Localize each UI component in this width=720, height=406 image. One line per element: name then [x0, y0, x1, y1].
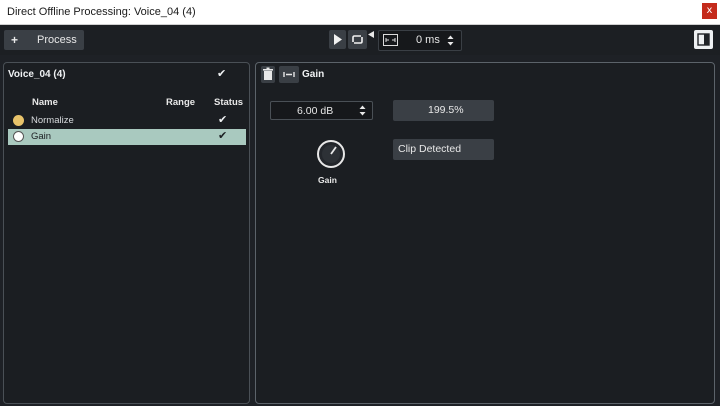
close-button[interactable]: x	[702, 3, 717, 19]
preview-play-button[interactable]	[329, 30, 346, 49]
process-button[interactable]: + Process	[4, 30, 84, 50]
process-label: Process	[37, 34, 77, 46]
loop-icon	[352, 35, 363, 44]
column-header-status[interactable]: Status	[214, 97, 243, 108]
gain-input[interactable]: 6.00 dB	[270, 101, 373, 120]
column-header-range[interactable]: Range	[166, 97, 195, 108]
bypass-icon	[283, 72, 295, 77]
list-item-label: Normalize	[31, 115, 74, 126]
list-item-gain[interactable]: Gain ✔	[8, 129, 246, 145]
window-title: Direct Offline Processing: Voice_04 (4)	[7, 6, 196, 18]
bypass-button[interactable]	[279, 66, 299, 83]
gain-value: 6.00 dB	[297, 105, 334, 117]
clip-status: Clip Detected	[398, 143, 462, 155]
title-bar: Direct Offline Processing: Voice_04 (4) …	[0, 0, 720, 25]
loop-button[interactable]	[348, 30, 367, 49]
toggle-panel-button[interactable]	[694, 30, 713, 49]
time-value: 0 ms	[416, 34, 440, 46]
pre-post-roll-icon	[383, 34, 398, 46]
status-check-icon: ✔	[218, 129, 228, 142]
stepper-icon[interactable]	[359, 105, 366, 116]
plus-icon: +	[11, 33, 19, 47]
gain-knob[interactable]	[315, 138, 347, 170]
panel-layout-icon	[697, 33, 710, 46]
trash-icon	[263, 67, 273, 80]
percentage-display: 199.5%	[393, 100, 494, 121]
knob-label: Gain	[318, 175, 337, 185]
clip-name: Voice_04 (4)	[8, 69, 66, 80]
list-item-label: Gain	[31, 131, 52, 142]
column-header-name[interactable]: Name	[32, 97, 58, 108]
gain-icon	[13, 131, 24, 142]
normalize-icon	[13, 115, 24, 126]
delete-button[interactable]	[261, 66, 275, 83]
pre-post-roll-field[interactable]: 0 ms	[378, 30, 462, 51]
status-check-icon: ✔	[218, 113, 228, 126]
panel-title: Gain	[302, 69, 325, 80]
stepper-icon[interactable]	[447, 35, 454, 46]
list-item-normalize[interactable]: Normalize ✔	[8, 113, 246, 129]
percentage-value: 199.5%	[428, 104, 464, 116]
clip-status-display: Clip Detected	[393, 139, 494, 160]
loop-mode-icon[interactable]	[368, 31, 375, 39]
play-icon	[334, 34, 342, 45]
check-icon: ✔	[217, 67, 227, 80]
